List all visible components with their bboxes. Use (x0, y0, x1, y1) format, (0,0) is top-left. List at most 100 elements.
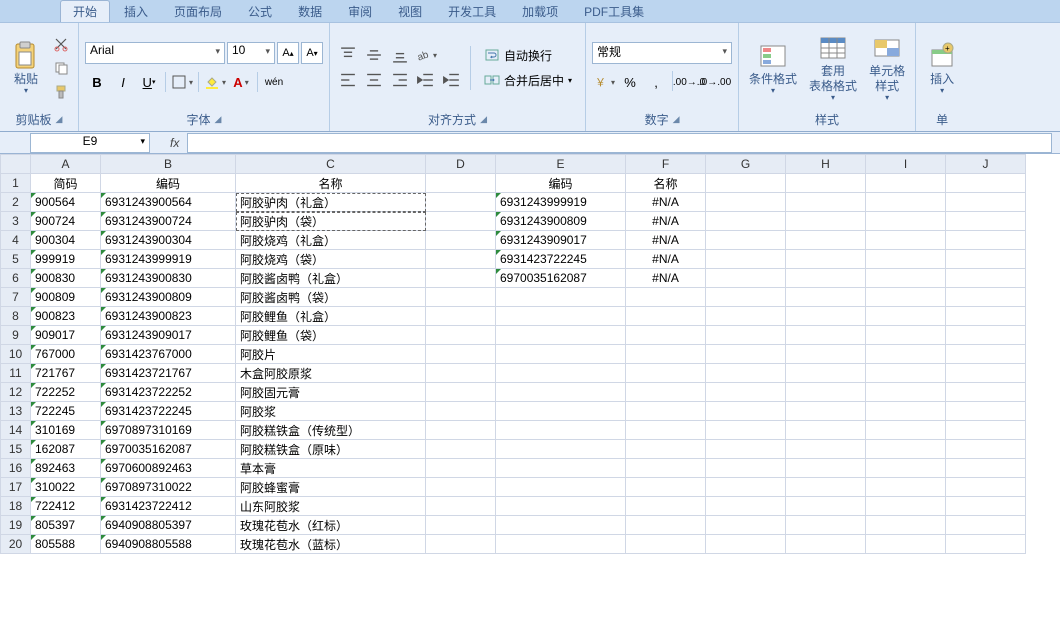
italic-button[interactable]: I (111, 71, 135, 93)
cell-E18[interactable] (496, 497, 626, 516)
cell-H1[interactable] (786, 174, 866, 193)
cell-J13[interactable] (946, 402, 1026, 421)
cell-I10[interactable] (866, 345, 946, 364)
cell-H20[interactable] (786, 535, 866, 554)
row-header-8[interactable]: 8 (1, 307, 31, 326)
row-header-14[interactable]: 14 (1, 421, 31, 440)
cell-D16[interactable] (426, 459, 496, 478)
tab-9[interactable]: PDF工具集 (572, 1, 656, 22)
cell-F11[interactable] (626, 364, 706, 383)
cell-I14[interactable] (866, 421, 946, 440)
cell-I17[interactable] (866, 478, 946, 497)
cell-I1[interactable] (866, 174, 946, 193)
percent-button[interactable]: % (618, 71, 642, 93)
tab-6[interactable]: 视图 (386, 1, 434, 22)
cell-I9[interactable] (866, 326, 946, 345)
cell-D20[interactable] (426, 535, 496, 554)
cell-F17[interactable] (626, 478, 706, 497)
cell-A2[interactable]: 900564 (31, 193, 101, 212)
cell-J15[interactable] (946, 440, 1026, 459)
cell-J16[interactable] (946, 459, 1026, 478)
cell-H7[interactable] (786, 288, 866, 307)
cell-F20[interactable] (626, 535, 706, 554)
cell-A18[interactable]: 722412 (31, 497, 101, 516)
cell-J12[interactable] (946, 383, 1026, 402)
cell-E17[interactable] (496, 478, 626, 497)
cell-H16[interactable] (786, 459, 866, 478)
orientation-button[interactable]: ab (414, 44, 438, 66)
cell-I11[interactable] (866, 364, 946, 383)
comma-button[interactable]: , (644, 71, 668, 93)
cell-E9[interactable] (496, 326, 626, 345)
font-size-combo[interactable]: 10 (227, 42, 275, 64)
row-header-12[interactable]: 12 (1, 383, 31, 402)
cell-D17[interactable] (426, 478, 496, 497)
cell-E6[interactable]: 6970035162087 (496, 269, 626, 288)
increase-indent-button[interactable] (440, 69, 464, 91)
cell-J5[interactable] (946, 250, 1026, 269)
cell-F5[interactable]: #N/A (626, 250, 706, 269)
fill-color-button[interactable] (203, 71, 227, 93)
accounting-format-button[interactable]: ￥ (592, 71, 616, 93)
cell-C8[interactable]: 阿胶鲤鱼（礼盒） (236, 307, 426, 326)
cell-C3[interactable]: 阿胶驴肉（袋） (236, 212, 426, 231)
underline-button[interactable]: U▾ (137, 71, 161, 93)
row-header-6[interactable]: 6 (1, 269, 31, 288)
tab-1[interactable]: 插入 (112, 1, 160, 22)
cell-D12[interactable] (426, 383, 496, 402)
col-header-H[interactable]: H (786, 155, 866, 174)
cell-A6[interactable]: 900830 (31, 269, 101, 288)
cell-F19[interactable] (626, 516, 706, 535)
cell-C13[interactable]: 阿胶浆 (236, 402, 426, 421)
cell-D8[interactable] (426, 307, 496, 326)
tab-8[interactable]: 加载项 (510, 1, 570, 22)
cell-B9[interactable]: 6931243909017 (101, 326, 236, 345)
cell-B18[interactable]: 6931423722412 (101, 497, 236, 516)
cell-A8[interactable]: 900823 (31, 307, 101, 326)
cell-D15[interactable] (426, 440, 496, 459)
align-top-button[interactable] (336, 44, 360, 66)
cell-A10[interactable]: 767000 (31, 345, 101, 364)
cell-H6[interactable] (786, 269, 866, 288)
cell-A12[interactable]: 722252 (31, 383, 101, 402)
align-left-button[interactable] (336, 69, 360, 91)
cell-C16[interactable]: 草本膏 (236, 459, 426, 478)
cell-H11[interactable] (786, 364, 866, 383)
cell-I19[interactable] (866, 516, 946, 535)
cell-C12[interactable]: 阿胶固元膏 (236, 383, 426, 402)
decrease-decimal-button[interactable]: .0→.00 (703, 71, 727, 93)
cell-G7[interactable] (706, 288, 786, 307)
cell-F9[interactable] (626, 326, 706, 345)
cell-H12[interactable] (786, 383, 866, 402)
conditional-format-button[interactable]: 条件格式▾ (745, 38, 801, 98)
cell-G5[interactable] (706, 250, 786, 269)
tab-5[interactable]: 审阅 (336, 1, 384, 22)
cell-I4[interactable] (866, 231, 946, 250)
cell-G4[interactable] (706, 231, 786, 250)
row-header-3[interactable]: 3 (1, 212, 31, 231)
cell-I2[interactable] (866, 193, 946, 212)
cell-E20[interactable] (496, 535, 626, 554)
cell-B1[interactable]: 编码 (101, 174, 236, 193)
cell-B2[interactable]: 6931243900564 (101, 193, 236, 212)
row-header-15[interactable]: 15 (1, 440, 31, 459)
cell-F8[interactable] (626, 307, 706, 326)
cell-I6[interactable] (866, 269, 946, 288)
cell-G3[interactable] (706, 212, 786, 231)
cell-A19[interactable]: 805397 (31, 516, 101, 535)
cell-H18[interactable] (786, 497, 866, 516)
col-header-A[interactable]: A (31, 155, 101, 174)
insert-cells-button[interactable]: + 插入▾ (922, 38, 962, 98)
align-middle-button[interactable] (362, 44, 386, 66)
cell-C1[interactable]: 名称 (236, 174, 426, 193)
cell-F14[interactable] (626, 421, 706, 440)
row-header-4[interactable]: 4 (1, 231, 31, 250)
cell-J14[interactable] (946, 421, 1026, 440)
decrease-indent-button[interactable] (414, 69, 438, 91)
tab-4[interactable]: 数据 (286, 1, 334, 22)
name-box[interactable]: E9 (30, 133, 150, 153)
cell-F2[interactable]: #N/A (626, 193, 706, 212)
merge-center-button[interactable]: 合并后居中▾ (477, 69, 579, 91)
row-header-5[interactable]: 5 (1, 250, 31, 269)
cell-J19[interactable] (946, 516, 1026, 535)
